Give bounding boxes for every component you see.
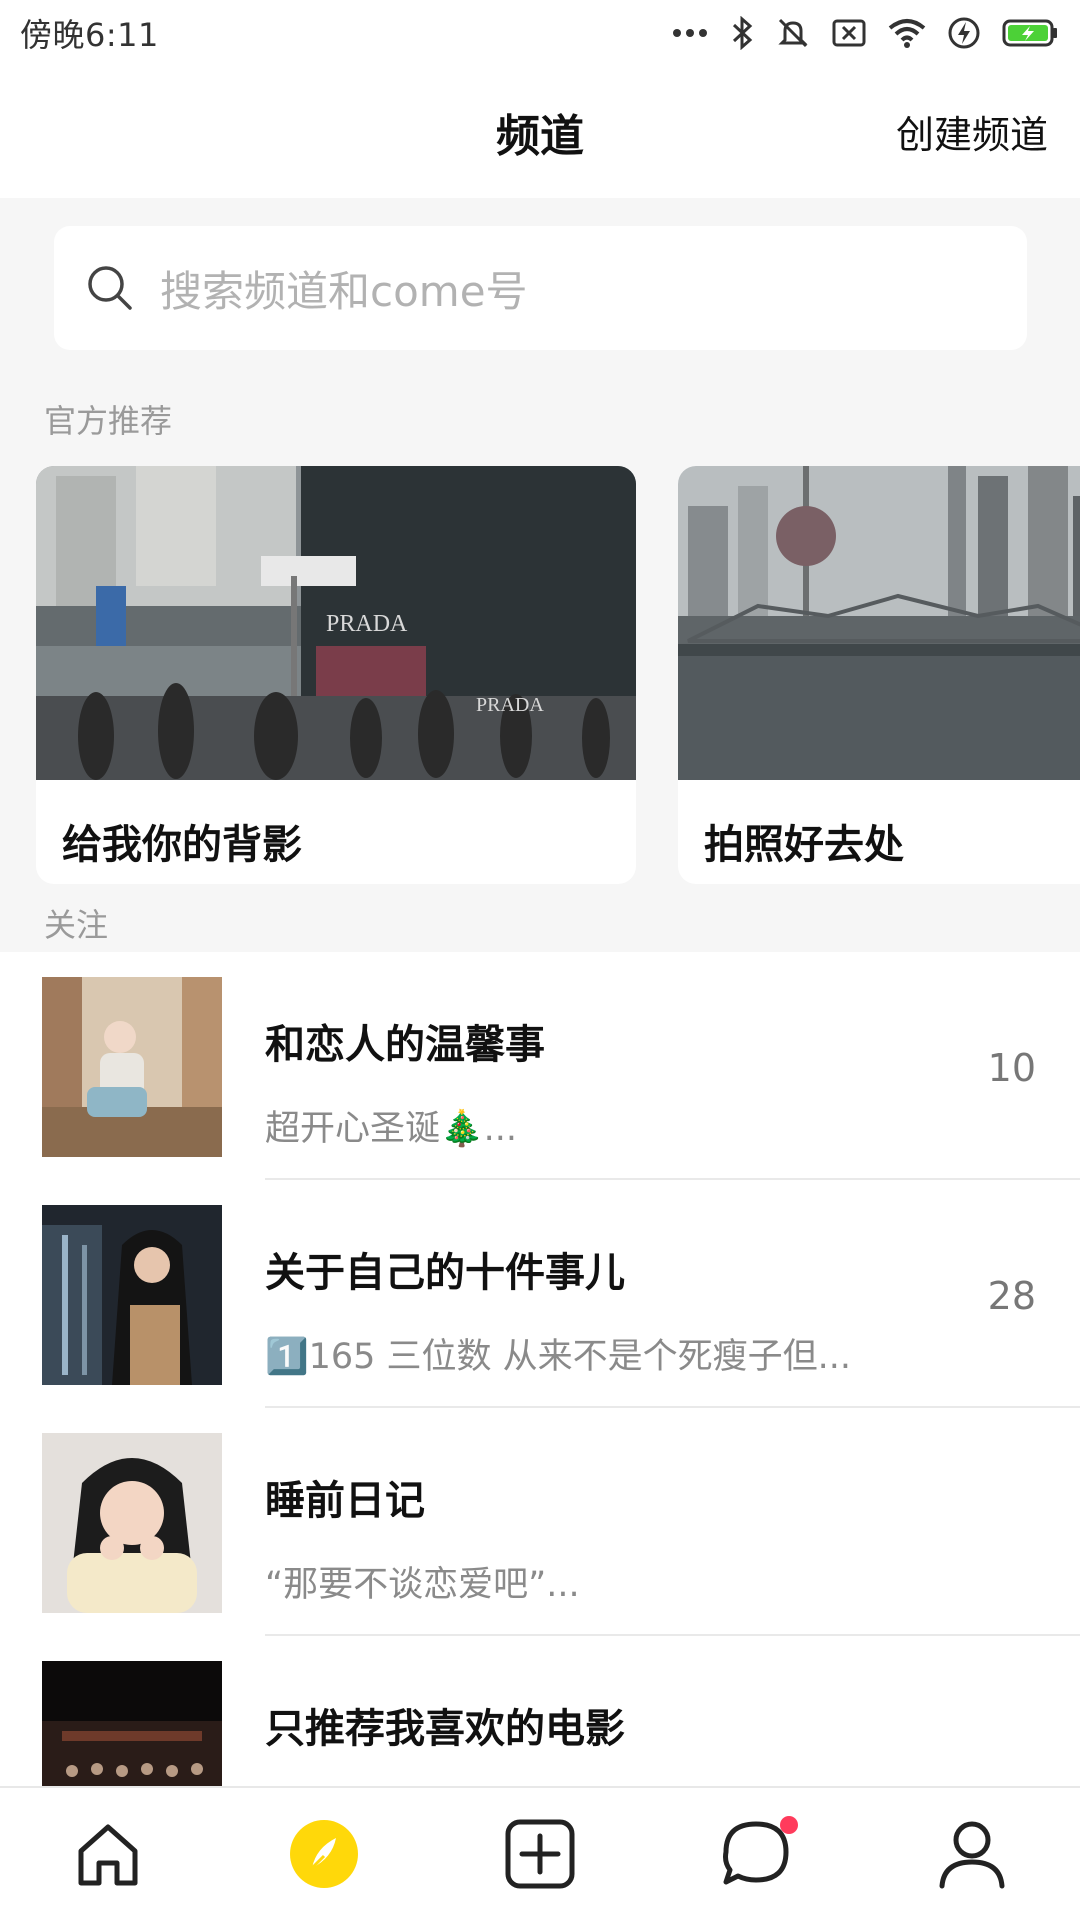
avatar-photo	[42, 1205, 222, 1385]
follow-list: 和恋人的温馨事 超开心圣诞🎄... 10 关于自己的十件事儿 1️⃣165 三位…	[0, 952, 1080, 1787]
header: 频道 创建频道	[0, 66, 1080, 198]
add-post-icon	[505, 1819, 575, 1889]
list-item[interactable]: 睡前日记 “那要不谈恋爱吧”...	[0, 1408, 1080, 1636]
follow-label: 关注	[44, 906, 109, 944]
channel-title: 关于自己的十件事儿	[265, 1250, 625, 1296]
channel-title: 和恋人的温馨事	[265, 1022, 545, 1068]
search-input[interactable]: 搜索频道和come号	[54, 226, 1027, 350]
bottom-nav	[0, 1786, 1080, 1920]
avatar-photo	[42, 1433, 222, 1613]
avatar-photo	[42, 977, 222, 1157]
recommend-card[interactable]: 拍照好去处	[678, 466, 1080, 884]
profile-icon	[939, 1821, 1005, 1889]
status-bar: 傍晚6:11	[0, 0, 1080, 66]
recommend-card-title: 给我你的背影	[62, 822, 302, 868]
channel-preview: 超开心圣诞🎄...	[265, 1109, 517, 1149]
channel-preview: 1️⃣165 三位数 从来不是个死瘦子但...	[265, 1337, 852, 1377]
list-item[interactable]: 只推荐我喜欢的电影	[0, 1636, 1080, 1787]
status-icons	[672, 16, 1058, 50]
post-count: 28	[987, 1274, 1036, 1318]
svg-text:PRADA: PRADA	[326, 611, 408, 637]
svg-text:PRADA: PRADA	[476, 694, 544, 716]
post-count: 10	[987, 1046, 1036, 1090]
nav-add[interactable]	[480, 1804, 600, 1904]
list-item[interactable]: 关于自己的十件事儿 1️⃣165 三位数 从来不是个死瘦子但... 28	[0, 1180, 1080, 1408]
no-sim-icon	[832, 19, 866, 47]
more-dots-icon	[673, 29, 707, 37]
search-icon	[88, 266, 132, 310]
channel-preview: “那要不谈恋爱吧”...	[265, 1565, 580, 1605]
recommend-card-title: 拍照好去处	[704, 822, 904, 868]
bluetooth-icon	[732, 16, 753, 50]
official-recommend-label: 官方推荐	[44, 402, 173, 440]
create-channel-button[interactable]: 创建频道	[896, 104, 1048, 159]
movie-photo	[42, 1661, 222, 1787]
charging-icon	[948, 17, 980, 49]
battery-icon	[1002, 19, 1057, 47]
channel-title: 睡前日记	[265, 1478, 425, 1524]
discover-icon	[290, 1820, 358, 1888]
list-item[interactable]: 和恋人的温馨事 超开心圣诞🎄... 10	[0, 952, 1080, 1180]
nav-profile[interactable]	[912, 1804, 1032, 1904]
status-time: 傍晚6:11	[20, 16, 159, 54]
home-icon	[78, 1824, 138, 1886]
channel-screen: 傍晚6:11 频道 创建频道 搜索频道和come号 官方推荐 PRADA PRA…	[0, 0, 1080, 1920]
nav-home[interactable]	[48, 1804, 168, 1904]
unread-badge	[780, 1816, 798, 1834]
city-skyline-photo	[678, 466, 1080, 780]
channel-title: 只推荐我喜欢的电影	[265, 1706, 625, 1752]
wifi-icon	[888, 19, 926, 48]
nav-discover[interactable]	[264, 1804, 384, 1904]
recommend-card[interactable]: PRADA PRADA 给我你的背影	[36, 466, 636, 884]
street-photo: PRADA PRADA	[36, 466, 636, 780]
nav-messages[interactable]	[696, 1804, 816, 1904]
search-placeholder: 搜索频道和come号	[160, 266, 528, 316]
mute-bell-icon	[778, 18, 808, 48]
